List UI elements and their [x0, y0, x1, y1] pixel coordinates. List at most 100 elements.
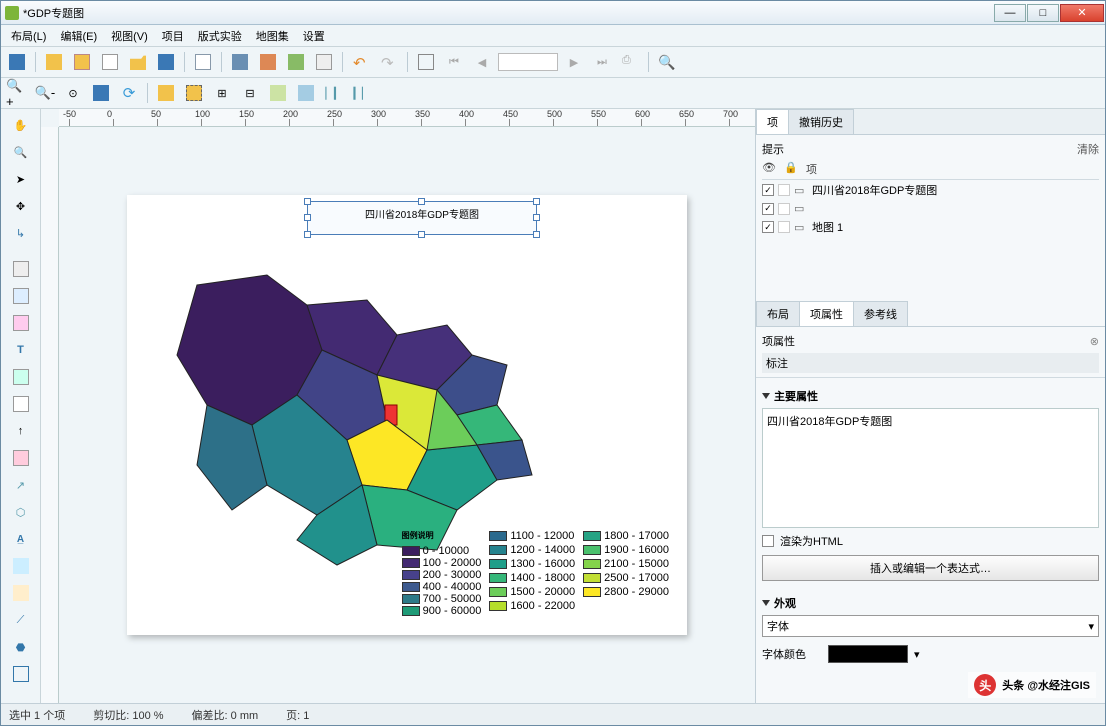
- section-appearance[interactable]: 外观: [762, 591, 1099, 615]
- ungroup-button[interactable]: ⊟: [238, 81, 262, 105]
- font-color-swatch[interactable]: [828, 645, 908, 663]
- proptab-layout[interactable]: 布局: [756, 301, 800, 326]
- select-tool[interactable]: ➤: [9, 167, 33, 191]
- redo-button[interactable]: ↷: [377, 50, 401, 74]
- visibility-checkbox[interactable]: ✓: [762, 203, 774, 215]
- tab-items[interactable]: 项: [756, 109, 789, 134]
- last-button[interactable]: ⏭: [590, 50, 614, 74]
- lock-checkbox[interactable]: [778, 203, 790, 215]
- menu-layout[interactable]: 布局(L): [5, 26, 52, 46]
- move-content-tool[interactable]: ✥: [9, 194, 33, 218]
- dup-icon: [74, 54, 90, 70]
- zoom-fit-button[interactable]: [89, 81, 113, 105]
- save-as-button[interactable]: [154, 50, 178, 74]
- menu-settings[interactable]: 设置: [297, 26, 331, 46]
- add-north-tool[interactable]: ↑: [9, 419, 33, 443]
- clear-link[interactable]: 清除: [1077, 141, 1099, 157]
- status-scale: 剪切比: 100 %: [93, 707, 163, 723]
- menu-view[interactable]: 视图(V): [105, 26, 154, 46]
- dup-layout-button[interactable]: [70, 50, 94, 74]
- list-item[interactable]: ✓▭: [762, 200, 1099, 217]
- insert-expression-button[interactable]: 插入或编辑一个表达式…: [762, 555, 1099, 581]
- section-main-props[interactable]: 主要属性: [762, 384, 1099, 408]
- menu-edit[interactable]: 编辑(E): [54, 26, 103, 46]
- raise-button[interactable]: [266, 81, 290, 105]
- save-button[interactable]: [5, 50, 29, 74]
- menu-project[interactable]: 项目: [156, 26, 190, 46]
- dropdown-icon: ▾: [1088, 620, 1094, 633]
- layout-manager-button[interactable]: [98, 50, 122, 74]
- lock-button[interactable]: [154, 81, 178, 105]
- print-button[interactable]: [228, 50, 252, 74]
- pan-tool[interactable]: ✋: [9, 113, 33, 137]
- add-map-tool[interactable]: [9, 257, 33, 281]
- paper-viewport[interactable]: 四川省2018年GDP专题图: [59, 127, 755, 703]
- lower-button[interactable]: [294, 81, 318, 105]
- add-attr-tool[interactable]: [9, 581, 33, 605]
- menu-layout-exp[interactable]: 版式实验: [192, 26, 248, 46]
- tab-history[interactable]: 撤销历史: [788, 109, 854, 134]
- add-legend-tool[interactable]: [9, 365, 33, 389]
- unlock-button[interactable]: [182, 81, 206, 105]
- redo-icon: ↷: [381, 54, 397, 70]
- title-label-item[interactable]: 四川省2018年GDP专题图: [307, 201, 537, 235]
- font-combo[interactable]: 字体 ▾: [762, 615, 1099, 637]
- zoom-full-button[interactable]: [414, 50, 438, 74]
- add-scalebar-tool[interactable]: [9, 392, 33, 416]
- export-pdf-button[interactable]: [256, 50, 280, 74]
- preview-button[interactable]: 🔍: [655, 50, 679, 74]
- zoom-out-button[interactable]: 🔍-: [33, 81, 57, 105]
- zoom-in-button[interactable]: 🔍+: [5, 81, 29, 105]
- export-image-button[interactable]: [191, 50, 215, 74]
- visibility-checkbox[interactable]: ✓: [762, 184, 774, 196]
- align-left-button[interactable]: ▏▎: [322, 81, 346, 105]
- first-button[interactable]: ⏮: [442, 50, 466, 74]
- label-icon: T: [17, 344, 24, 356]
- prev-button[interactable]: ◀: [470, 50, 494, 74]
- proptab-guides[interactable]: 参考线: [853, 301, 908, 326]
- visibility-checkbox[interactable]: ✓: [762, 221, 774, 233]
- lock-checkbox[interactable]: [778, 221, 790, 233]
- add-fixed-tool[interactable]: ⟋: [9, 608, 33, 632]
- next-button[interactable]: ▶: [562, 50, 586, 74]
- chevron-down-icon: [762, 393, 770, 399]
- render-html-checkbox[interactable]: [762, 535, 774, 547]
- undo-icon: ↶: [353, 54, 369, 70]
- toolbar-1: ↶ ↷ ⏮ ◀ ▶ ⏭ ⎙ 🔍: [1, 47, 1105, 78]
- add-3dmap-tool[interactable]: [9, 284, 33, 308]
- label-text-input[interactable]: [762, 408, 1099, 528]
- export-svg-button[interactable]: [284, 50, 308, 74]
- list-item[interactable]: ✓▭地图 1: [762, 217, 1099, 237]
- lock-checkbox[interactable]: [778, 184, 790, 196]
- refresh-button[interactable]: ⟳: [117, 81, 141, 105]
- add-html-tool[interactable]: A̲: [9, 527, 33, 551]
- menu-atlas[interactable]: 地图集: [250, 26, 295, 46]
- zoom-actual-button[interactable]: ⊙: [61, 81, 85, 105]
- add-shape-tool[interactable]: [9, 446, 33, 470]
- add-frame-tool[interactable]: [9, 662, 33, 686]
- export-atlas-button[interactable]: ⎙: [618, 50, 642, 74]
- dropdown-icon[interactable]: ▾: [914, 648, 920, 661]
- minimize-button[interactable]: —: [994, 4, 1026, 22]
- add-node-tool[interactable]: ⬡: [9, 500, 33, 524]
- align-right-button[interactable]: ▎▏: [350, 81, 374, 105]
- close-icon[interactable]: ⊗: [1090, 335, 1099, 348]
- add-table-tool[interactable]: [9, 554, 33, 578]
- add-arrow-tool[interactable]: ↗: [9, 473, 33, 497]
- add-label-tool[interactable]: T: [9, 338, 33, 362]
- add-picture-tool[interactable]: [9, 311, 33, 335]
- zoom-tool[interactable]: 🔍: [9, 140, 33, 164]
- open-button[interactable]: [126, 50, 150, 74]
- proptab-item[interactable]: 项属性: [799, 301, 854, 326]
- close-button[interactable]: ✕: [1060, 4, 1104, 22]
- prop-subheader: 标注: [762, 353, 1099, 373]
- maximize-button[interactable]: □: [1027, 4, 1059, 22]
- page-input[interactable]: [498, 53, 558, 71]
- edit-nodes-tool[interactable]: ↳: [9, 221, 33, 245]
- page-setup-button[interactable]: [312, 50, 336, 74]
- group-button[interactable]: ⊞: [210, 81, 234, 105]
- undo-button[interactable]: ↶: [349, 50, 373, 74]
- add-marker-tool[interactable]: ⬣: [9, 635, 33, 659]
- new-layout-button[interactable]: [42, 50, 66, 74]
- list-item[interactable]: ✓▭四川省2018年GDP专题图: [762, 180, 1099, 200]
